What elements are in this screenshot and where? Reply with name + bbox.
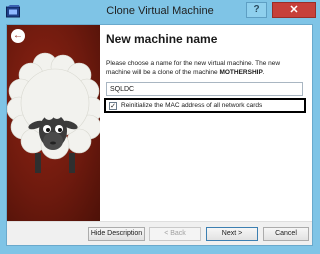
cancel-button[interactable]: Cancel: [263, 227, 309, 241]
wizard-button-bar: Hide Description < Back Next > Cancel: [7, 221, 312, 245]
close-button[interactable]: ✕: [272, 2, 316, 18]
mac-reinit-label: Reinitialize the MAC address of all netw…: [121, 102, 263, 109]
help-button[interactable]: ?: [246, 2, 267, 18]
title-bar[interactable]: Clone Virtual Machine ? ✕: [0, 0, 320, 24]
page-title: New machine name: [106, 32, 218, 46]
vm-name-input[interactable]: [106, 82, 303, 96]
help-icon: ?: [253, 4, 260, 15]
hide-description-button[interactable]: Hide Description: [88, 227, 145, 241]
description-end: .: [262, 69, 265, 76]
sheep-illustration: [7, 52, 100, 173]
back-arrow-icon[interactable]: ←: [11, 29, 25, 43]
close-icon: ✕: [289, 4, 299, 16]
source-machine-name: MOTHERSHIP: [219, 69, 263, 76]
mac-reinit-option[interactable]: ✓ Reinitialize the MAC address of all ne…: [104, 98, 306, 113]
wizard-page: New machine name Please choose a name fo…: [100, 25, 312, 221]
back-arrow-glyph: ←: [13, 30, 23, 41]
wizard-client-area: ← New machine name Please choose a name …: [6, 24, 313, 246]
next-button[interactable]: Next >: [206, 227, 258, 241]
page-description: Please choose a name for the new virtual…: [106, 59, 306, 77]
checkmark-icon: ✓: [110, 103, 116, 110]
clone-vm-dialog: Clone Virtual Machine ? ✕ ← New machine …: [0, 0, 320, 254]
wizard-side-banner: ←: [7, 25, 100, 221]
back-button[interactable]: < Back: [149, 227, 201, 241]
mac-reinit-checkbox[interactable]: ✓: [109, 102, 117, 110]
